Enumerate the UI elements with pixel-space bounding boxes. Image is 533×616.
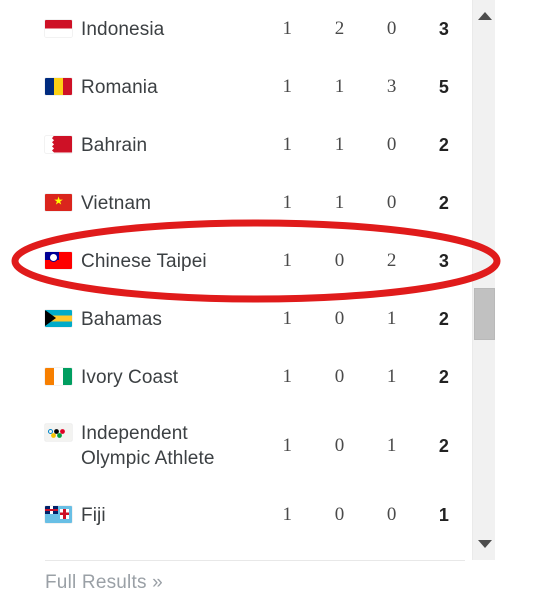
triangle-down-icon: [477, 540, 492, 548]
bronze-count: 2: [386, 250, 397, 271]
medal-table-viewport[interactable]: Indonesia 1 2 0 3 Romania 1 1 3 5 Bahrai…: [0, 0, 497, 560]
silver-count: 0: [334, 435, 345, 456]
country-name: Vietnam: [81, 192, 152, 214]
total-count: 1: [438, 504, 449, 525]
bronze-count: 0: [386, 18, 397, 39]
footer-divider: [45, 560, 465, 561]
country-cell: Fiji: [0, 486, 261, 544]
country-cell: Vietnam: [0, 174, 261, 232]
country-cell: Romania: [0, 58, 261, 116]
gold-count: 1: [282, 435, 292, 456]
full-results-link[interactable]: Full Results »: [45, 572, 163, 594]
flag-bahamas-icon: [45, 309, 72, 327]
country-name: Independent Olympic Athlete: [81, 423, 215, 469]
bronze-count: 0: [386, 134, 397, 155]
silver-count: 1: [334, 134, 345, 155]
table-row[interactable]: Independent Olympic Athlete 1 0 1 2: [0, 406, 470, 486]
flag-indonesia-icon: [45, 19, 72, 37]
gold-count: 1: [282, 192, 292, 213]
table-row[interactable]: Chinese Taipei 1 0 2 3: [0, 232, 470, 290]
flag-chinese-taipei-icon: [45, 251, 72, 269]
flag-independent-olympic-athlete-icon: [45, 424, 72, 441]
silver-count: 1: [334, 192, 345, 213]
total-count: 2: [438, 134, 449, 155]
total-count: 3: [438, 250, 449, 271]
total-count: 2: [438, 435, 449, 456]
country-name: Romania: [81, 76, 158, 98]
vertical-scrollbar[interactable]: [472, 0, 495, 560]
country-name: Indonesia: [81, 18, 165, 40]
country-cell: Chinese Taipei: [0, 232, 261, 290]
medal-table-body: Indonesia 1 2 0 3 Romania 1 1 3 5 Bahrai…: [0, 0, 470, 544]
silver-count: 0: [334, 250, 345, 271]
country-name: Fiji: [81, 504, 106, 526]
table-row[interactable]: Ivory Coast 1 0 1 2: [0, 348, 470, 406]
gold-count: 1: [282, 308, 292, 329]
table-row[interactable]: Romania 1 1 3 5: [0, 58, 470, 116]
flag-vietnam-icon: [45, 193, 72, 211]
gold-count: 1: [282, 250, 292, 271]
silver-count: 2: [334, 18, 345, 39]
table-row[interactable]: Indonesia 1 2 0 3: [0, 0, 470, 58]
gold-count: 1: [282, 504, 292, 525]
bronze-count: 0: [386, 504, 397, 525]
flag-fiji-icon: [45, 505, 72, 523]
medal-table-panel: Indonesia 1 2 0 3 Romania 1 1 3 5 Bahrai…: [0, 0, 533, 616]
bronze-count: 3: [386, 76, 397, 97]
table-row[interactable]: Vietnam 1 1 0 2: [0, 174, 470, 232]
table-row[interactable]: Bahamas 1 0 1 2: [0, 290, 470, 348]
scrollbar-thumb[interactable]: [474, 288, 495, 340]
silver-count: 0: [334, 504, 345, 525]
flag-romania-icon: [45, 77, 72, 95]
gold-count: 1: [282, 76, 292, 97]
flag-bahrain-icon: [45, 135, 72, 153]
table-row[interactable]: Bahrain 1 1 0 2: [0, 116, 470, 174]
bronze-count: 1: [386, 435, 397, 456]
flag-ivory-coast-icon: [45, 367, 72, 385]
country-name: Bahrain: [81, 134, 148, 156]
bronze-count: 1: [386, 366, 397, 387]
total-count: 2: [438, 192, 449, 213]
medal-table: Indonesia 1 2 0 3 Romania 1 1 3 5 Bahrai…: [0, 0, 470, 544]
silver-count: 0: [334, 308, 345, 329]
country-cell: Bahamas: [0, 290, 261, 348]
table-row[interactable]: Fiji 1 0 0 1: [0, 486, 470, 544]
country-name: Bahamas: [81, 308, 162, 330]
country-name: Ivory Coast: [81, 366, 179, 388]
silver-count: 1: [334, 76, 345, 97]
scroll-down-arrow-icon[interactable]: [473, 534, 496, 554]
total-count: 2: [438, 366, 449, 387]
total-count: 2: [438, 308, 449, 329]
total-count: 5: [438, 76, 449, 97]
country-name: Chinese Taipei: [81, 250, 207, 272]
bronze-count: 0: [386, 192, 397, 213]
total-count: 3: [438, 18, 449, 39]
panel-footer: Full Results »: [0, 560, 497, 616]
gold-count: 1: [282, 18, 292, 39]
scroll-up-arrow-icon[interactable]: [473, 6, 496, 26]
triangle-up-icon: [477, 12, 492, 20]
silver-count: 0: [334, 366, 345, 387]
country-cell: Ivory Coast: [0, 348, 261, 406]
country-cell: Independent Olympic Athlete: [0, 406, 261, 486]
country-cell: Bahrain: [0, 116, 261, 174]
bronze-count: 1: [386, 308, 397, 329]
gold-count: 1: [282, 366, 292, 387]
gold-count: 1: [282, 134, 292, 155]
country-cell: Indonesia: [0, 0, 261, 58]
